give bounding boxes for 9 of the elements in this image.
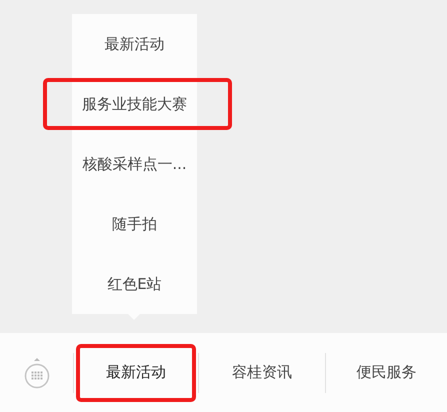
submenu-item[interactable]: 核酸采样点一... (72, 134, 197, 194)
menu-tab[interactable]: 便民服务 (325, 352, 447, 392)
submenu-item[interactable]: 随手拍 (72, 194, 197, 254)
menu-tab[interactable]: 最新活动 (73, 352, 198, 392)
submenu-item[interactable]: 服务业技能大赛 (72, 74, 197, 134)
menu-tab[interactable]: 容桂资讯 (198, 352, 325, 392)
submenu-item[interactable]: 最新活动 (72, 14, 197, 74)
submenu-item[interactable]: 红色E站 (72, 254, 197, 314)
keyboard-icon[interactable] (24, 356, 50, 388)
